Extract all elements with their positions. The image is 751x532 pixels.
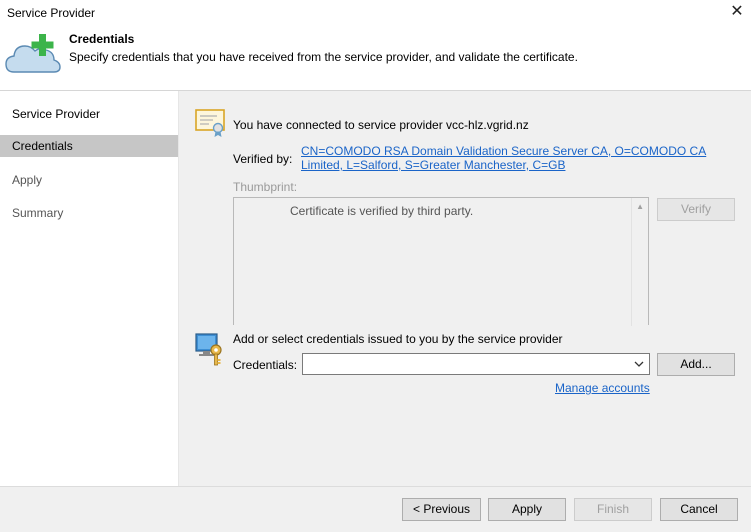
verified-by-label: Verified by: [233,152,293,166]
close-icon[interactable]: ✕ [728,3,746,21]
cancel-button[interactable]: Cancel [660,498,738,521]
scroll-up-icon[interactable]: ▲ [636,202,644,211]
verify-button[interactable]: Verify [657,198,735,221]
issuer-line-2: Limited, L=Salford, S=Greater Manchester… [301,158,566,172]
apply-button[interactable]: Apply [488,498,566,521]
thumbprint-box: Certificate is verified by third party. … [233,197,649,326]
wizard-header: Credentials Specify credentials that you… [0,26,751,90]
step-apply: Apply [12,173,43,187]
add-credentials-button[interactable]: Add... [657,353,735,376]
step-credentials[interactable]: Credentials [0,135,178,157]
thumbprint-text: Certificate is verified by third party. [290,204,474,218]
finish-button[interactable]: Finish [574,498,652,521]
certificate-icon [195,109,225,137]
issuer-line-1: CN=COMODO RSA Domain Validation Secure S… [301,144,707,158]
chevron-down-icon[interactable] [633,356,645,372]
manage-accounts-link[interactable]: Manage accounts [555,381,650,395]
title-bar: Service Provider ✕ [0,0,751,26]
credentials-key-icon [195,333,222,366]
connected-message: You have connected to service provider v… [233,118,529,132]
step-service-provider[interactable]: Service Provider [0,103,178,125]
thumbprint-label: Thumbprint: [233,180,298,194]
page-title: Credentials [69,32,135,46]
step-summary: Summary [12,206,64,220]
thumbprint-scrollbar[interactable]: ▲ [631,198,648,326]
previous-button[interactable]: < Previous [402,498,481,521]
wizard-steps: Service Provider Credentials Apply Summa… [0,91,179,486]
credentials-label: Credentials: [233,358,298,372]
credentials-dropdown[interactable] [302,353,650,375]
page-description: Specify credentials that you have receiv… [69,50,578,64]
certificate-issuer-link[interactable]: CN=COMODO RSA Domain Validation Secure S… [301,144,721,172]
cloud-add-icon [5,34,61,73]
window-title: Service Provider [7,6,96,20]
credentials-heading: Add or select credentials issued to you … [233,332,563,346]
